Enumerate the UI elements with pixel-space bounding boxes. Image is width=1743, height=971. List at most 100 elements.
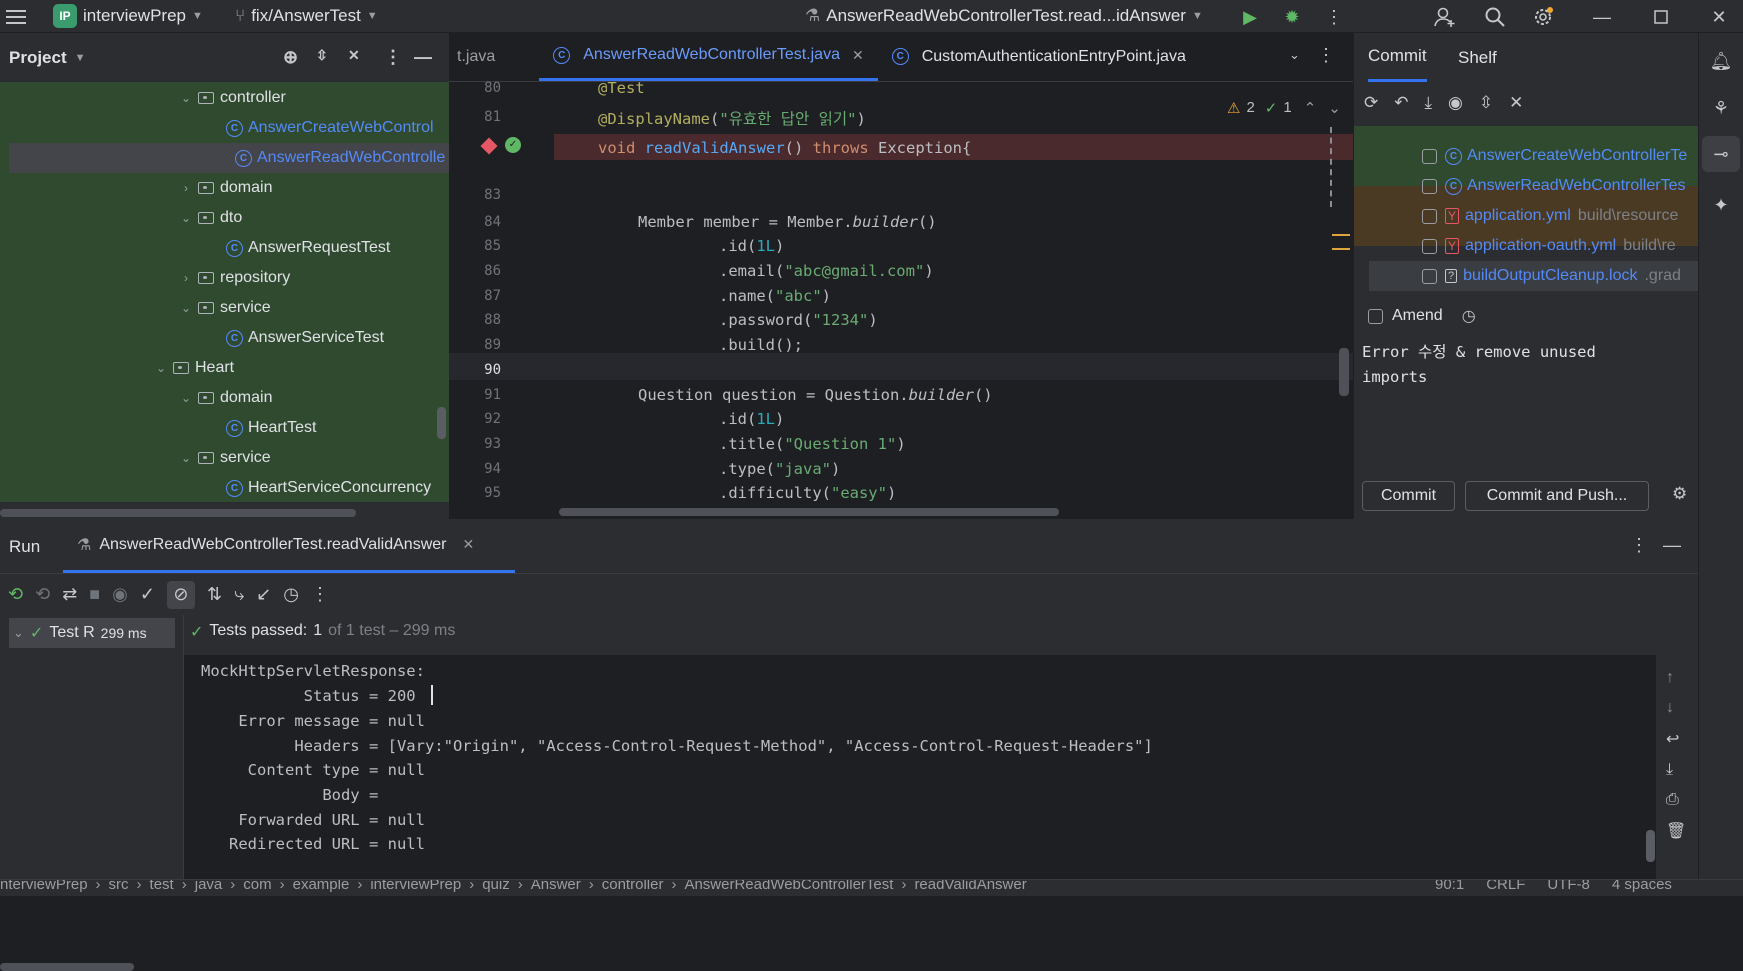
eye-icon[interactable]: ◉	[1448, 93, 1463, 113]
breakpoint-icon[interactable]	[480, 137, 498, 155]
more-actions-icon[interactable]: ⋮	[311, 584, 329, 605]
project-panel-title[interactable]: Project	[9, 48, 67, 68]
code-line-88[interactable]: .password("1234")	[719, 311, 878, 329]
code-line-80[interactable]: @Test	[598, 79, 645, 97]
ai-assistant-icon[interactable]: ✦	[1709, 193, 1733, 217]
chevron-down-icon[interactable]: ⌄	[178, 391, 194, 405]
code-line-85[interactable]: .id(1L)	[719, 237, 784, 255]
breadcrumb-item[interactable]: quiz	[482, 880, 510, 893]
branch-selector[interactable]: ⑂ fix/AnswerTest ▼	[235, 6, 378, 26]
tab-custom-auth-entry[interactable]: C CustomAuthenticationEntryPoint.java	[878, 32, 1200, 81]
changed-file-item[interactable]: C AnswerCreateWebControllerTe	[1354, 141, 1699, 171]
tree-folder-domain[interactable]: › domain	[0, 173, 449, 203]
code-line-82[interactable]: void readValidAnswer() throws Exception{	[598, 139, 971, 157]
commit-button[interactable]: Commit	[1362, 481, 1455, 511]
settings-icon[interactable]	[1531, 5, 1555, 29]
chevron-down-icon[interactable]: ⌄	[178, 451, 194, 465]
inspection-widget[interactable]: ⚠ 2 ✓ 1 ⌃ ⌄	[1227, 99, 1341, 117]
vertical-scrollbar[interactable]	[1339, 348, 1349, 396]
test-history-icon[interactable]: ◷	[283, 584, 299, 605]
show-ignored-icon[interactable]: ⊘	[166, 580, 195, 609]
line-separator[interactable]: CRLF	[1486, 880, 1525, 893]
breadcrumb-item[interactable]: controller	[602, 880, 664, 893]
rollback-icon[interactable]: ↶	[1394, 93, 1408, 113]
breadcrumb-item[interactable]: AnswerReadWebControllerTest	[684, 880, 893, 893]
vertical-scrollbar[interactable]	[437, 407, 446, 439]
changed-file-item[interactable]: C AnswerReadWebControllerTes	[1354, 171, 1699, 201]
code-line-84[interactable]: Member member = Member.builder()	[638, 213, 937, 231]
gradle-icon[interactable]: ⚘	[1709, 96, 1733, 120]
file-checkbox[interactable]	[1422, 268, 1437, 284]
breadcrumb-item[interactable]: test	[150, 880, 174, 893]
breadcrumb-item[interactable]: java	[195, 880, 223, 893]
caret-position[interactable]: 90:1	[1435, 880, 1464, 893]
code-line-94[interactable]: .type("java")	[719, 460, 840, 478]
chevron-down-icon[interactable]: ⌄	[1289, 47, 1300, 63]
rerun-failed-icon[interactable]: ⟲	[35, 584, 50, 605]
search-icon[interactable]	[1483, 5, 1507, 29]
amend-checkbox-box[interactable]	[1368, 308, 1383, 324]
close-tab-icon[interactable]: ✕	[462, 536, 474, 553]
import-tests-icon[interactable]: ⤷	[234, 584, 244, 605]
show-passed-icon[interactable]: ◉	[112, 584, 128, 605]
test-tree-item[interactable]: ⌄ ✓ Test R 299 ms	[9, 618, 175, 648]
sort-icon[interactable]: ⇅	[207, 584, 222, 605]
tree-folder-controller[interactable]: ⌄ controller	[0, 83, 449, 113]
changed-file-item[interactable]: ? buildOutputCleanup.lock .grad	[1369, 261, 1699, 291]
more-tabs-icon[interactable]: ⋮	[1317, 45, 1335, 66]
indent-setting[interactable]: 4 spaces	[1612, 880, 1672, 893]
tree-folder-service[interactable]: ⌄ service	[0, 443, 449, 473]
tree-folder-dto[interactable]: ⌄ dto	[0, 203, 449, 233]
chevron-down-icon[interactable]: ⌄	[1328, 99, 1341, 117]
debug-icon[interactable]: ✹	[1280, 5, 1304, 29]
chevron-right-icon[interactable]: ›	[178, 271, 194, 285]
changed-file-item[interactable]: Yapplication-oauth.yml build\re	[1354, 231, 1699, 261]
tree-class-answer-service[interactable]: C AnswerServiceTest	[0, 323, 449, 353]
more-actions-icon[interactable]: ⋮	[1322, 5, 1346, 29]
file-checkbox[interactable]	[1422, 178, 1437, 194]
tab-shelf[interactable]: Shelf	[1458, 33, 1497, 82]
commit-options-icon[interactable]: ⚙	[1672, 484, 1687, 504]
chevron-down-icon[interactable]: ⌄	[178, 91, 194, 105]
stop-icon[interactable]: ■	[89, 584, 100, 605]
breadcrumb-item[interactable]: Answer	[531, 880, 581, 893]
locate-icon[interactable]: ⊕	[283, 47, 298, 68]
breadcrumb-item[interactable]: example	[293, 880, 350, 893]
print-icon[interactable]: ⎙	[1666, 791, 1686, 809]
trash-icon[interactable]: 🗑︎	[1666, 821, 1686, 841]
code-line-93[interactable]: .title("Question 1")	[719, 435, 906, 453]
amend-checkbox[interactable]: Amend ◷	[1368, 306, 1476, 326]
collapse-all-icon[interactable]: ✕	[1509, 93, 1523, 113]
breadcrumb-item[interactable]: com	[243, 880, 271, 893]
tab-run-config[interactable]: ⚗ AnswerReadWebControllerTest.readValidA…	[63, 519, 515, 573]
refresh-icon[interactable]: ⟳	[1364, 93, 1378, 113]
file-checkbox[interactable]	[1422, 208, 1437, 224]
tree-class-heart-test[interactable]: C HeartTest	[0, 413, 449, 443]
expand-all-icon[interactable]: ⇳	[316, 47, 328, 64]
breadcrumb-item[interactable]: nterviewPrep	[0, 880, 88, 893]
breadcrumb-item[interactable]: interviewPrep	[370, 880, 461, 893]
tree-folder-domain[interactable]: ⌄ domain	[0, 383, 449, 413]
collapse-icon[interactable]: ↙	[256, 584, 271, 605]
commit-and-push-button[interactable]: Commit and Push...	[1465, 481, 1649, 511]
arrow-down-icon[interactable]: ↓	[1666, 699, 1686, 717]
minimize-icon[interactable]: —	[1590, 5, 1614, 29]
download-icon[interactable]: ⤓	[1425, 93, 1433, 113]
add-user-icon[interactable]	[1433, 5, 1457, 29]
test-passed-icon[interactable]: ✓	[505, 137, 521, 153]
code-line-92[interactable]: .id(1L)	[719, 410, 784, 428]
collapse-all-icon[interactable]: ✕	[348, 47, 360, 64]
hide-panel-icon[interactable]: —	[1663, 535, 1681, 556]
commit-tool-icon[interactable]: ⊸	[1702, 136, 1740, 172]
project-selector[interactable]: IP interviewPrep ▼	[53, 4, 203, 28]
history-icon[interactable]: ◷	[1462, 306, 1476, 326]
chevron-down-icon[interactable]: ⌄	[178, 211, 194, 225]
tab-answer-read-test[interactable]: C AnswerReadWebControllerTest.java ✕	[539, 32, 878, 81]
file-checkbox[interactable]	[1422, 238, 1437, 254]
tree-folder-heart[interactable]: ⌄ Heart	[0, 353, 449, 383]
changed-file-item[interactable]: Yapplication.yml build\resource	[1354, 201, 1699, 231]
code-line-81[interactable]: @DisplayName("유효한 답안 읽기")	[598, 107, 866, 129]
tree-class-answer-request[interactable]: C AnswerRequestTest	[0, 233, 449, 263]
tree-class-answer-read[interactable]: C AnswerReadWebControlle	[9, 143, 449, 173]
scroll-to-end-icon[interactable]: ⤓	[1666, 761, 1686, 779]
